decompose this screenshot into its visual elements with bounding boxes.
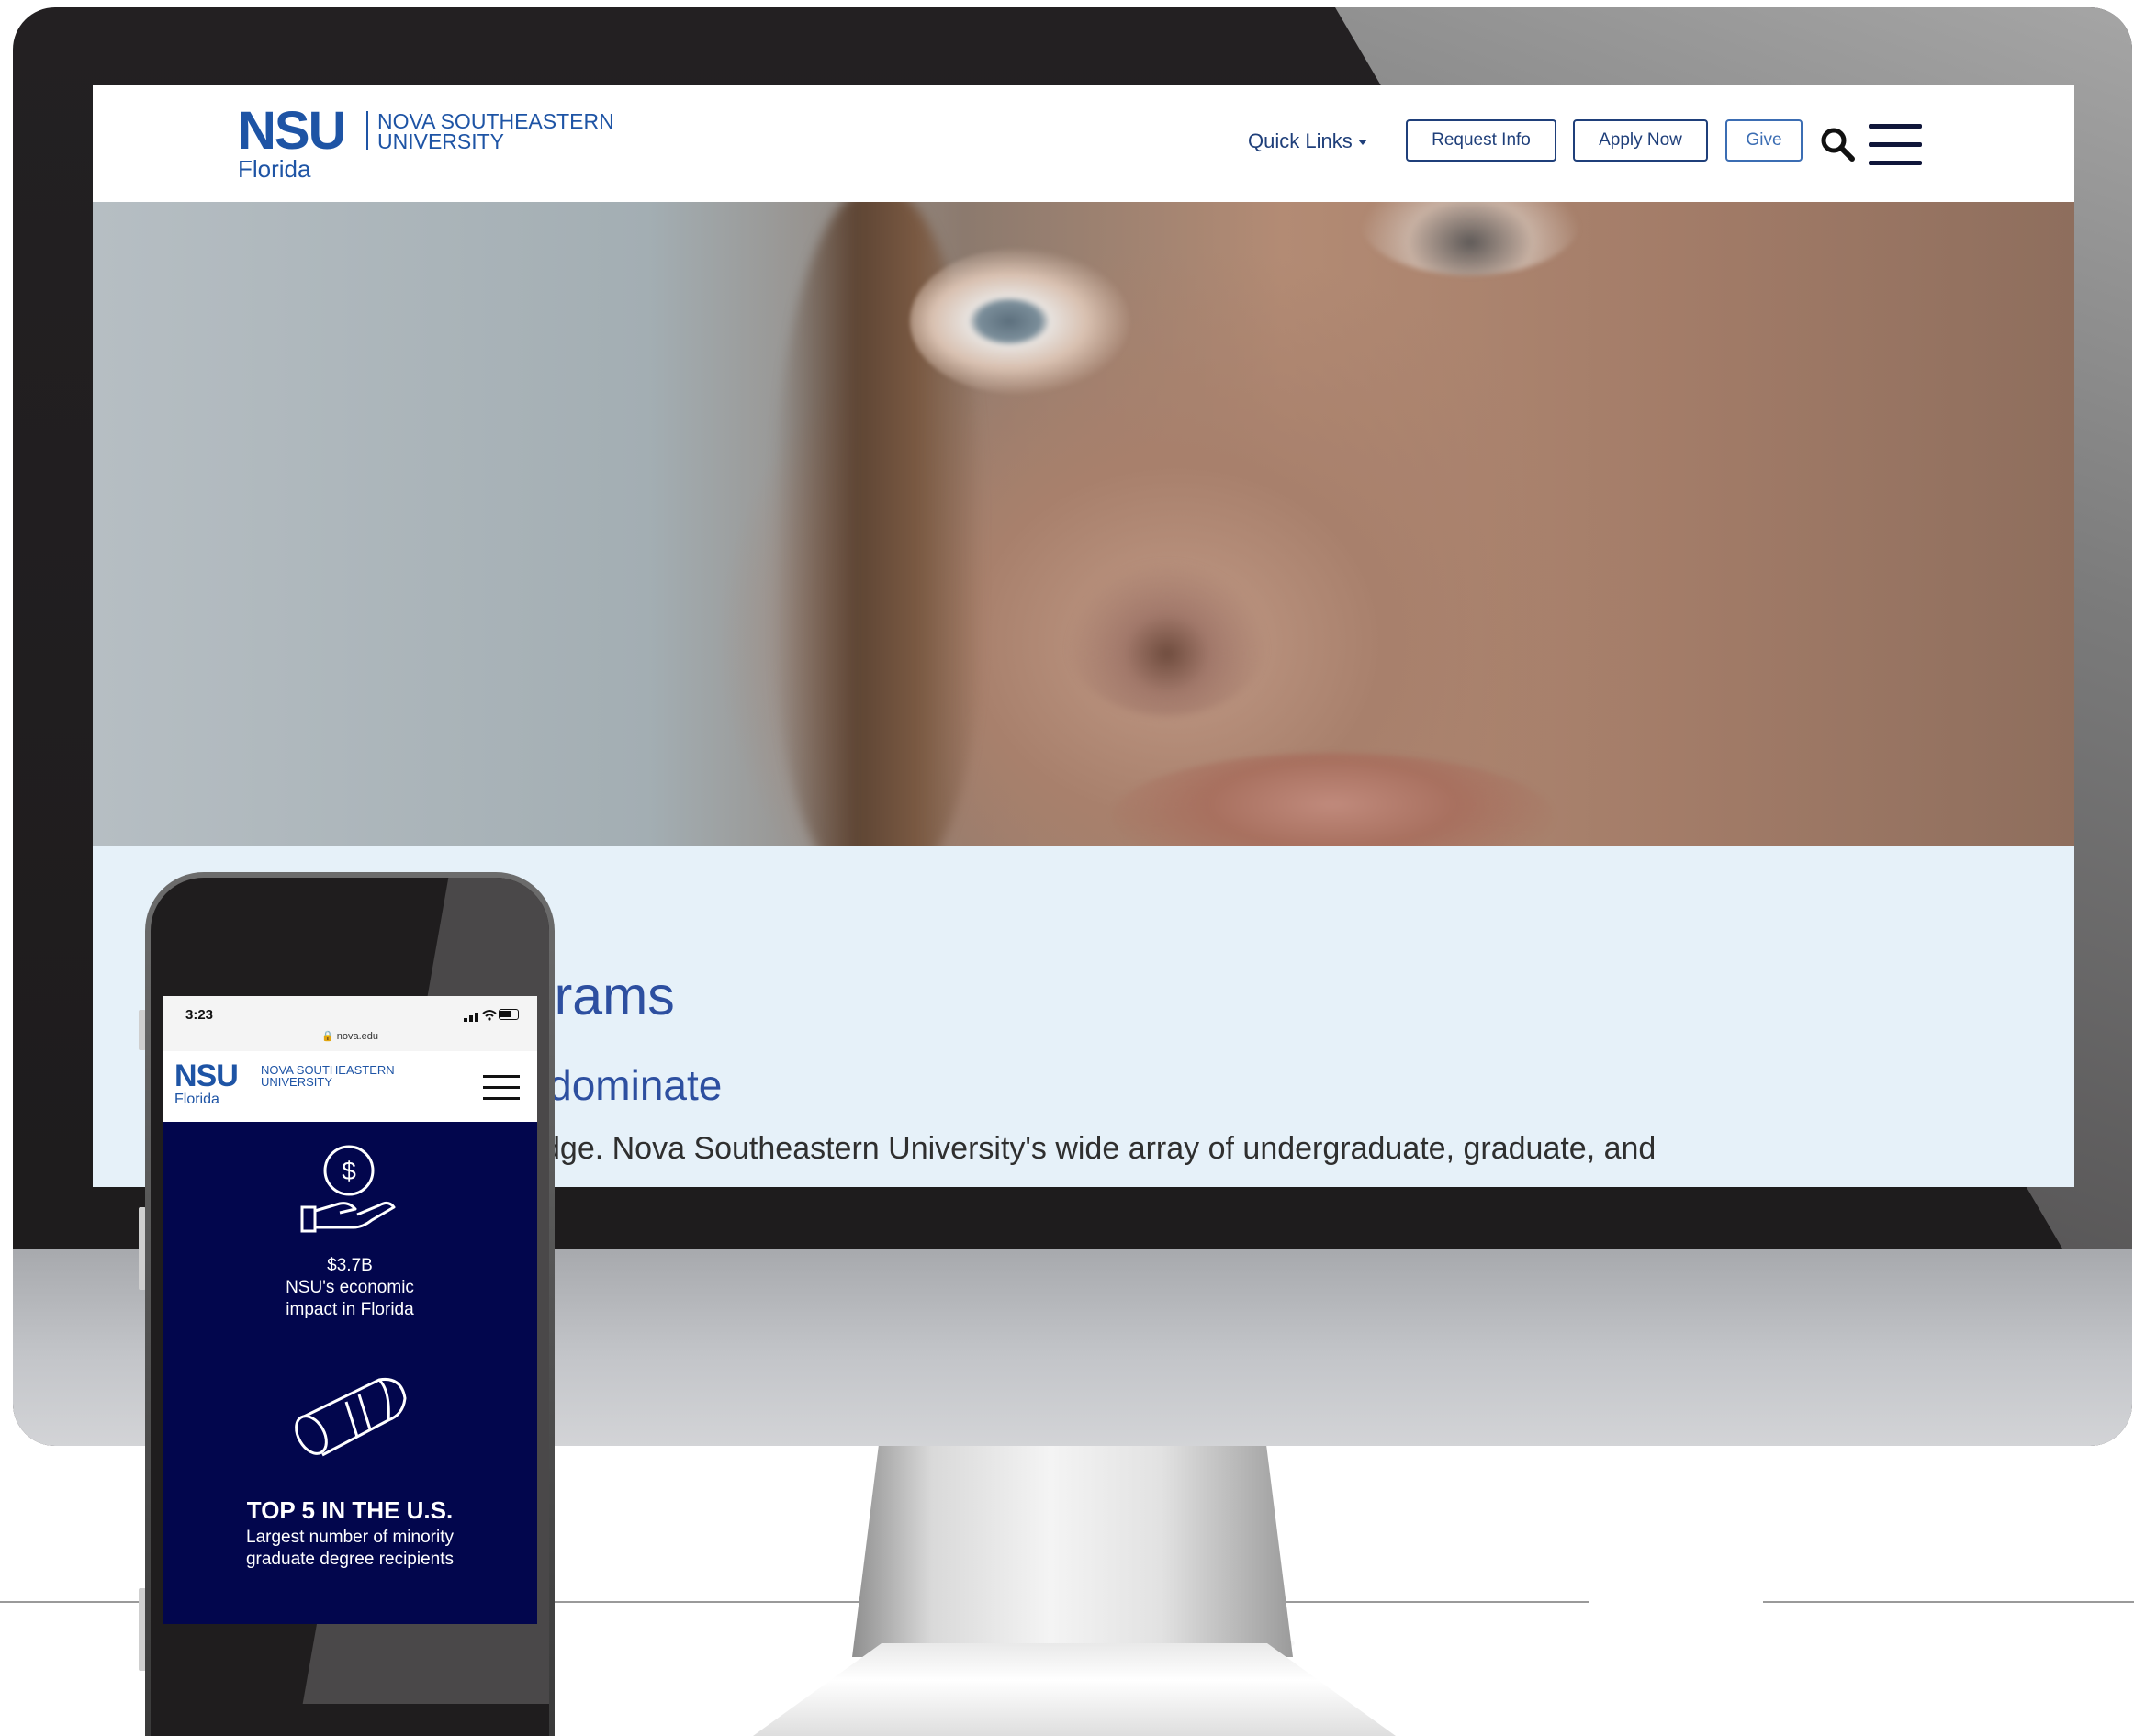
diploma-icon [295,1377,407,1457]
stat-title: TOP 5 IN THE U.S. [246,1496,454,1524]
status-icons [464,1009,519,1022]
mobile-screen: 3:23 🔒 nova.edu NSU NOVA SOUTHEASTERN UN… [163,996,537,1624]
wifi-icon [482,1010,497,1021]
nsu-logo[interactable]: NSU NOVA SOUTHEASTERN UNIVERSITY Florida [238,102,623,185]
mobile-logo-name-line2: UNIVERSITY [261,1075,333,1089]
caret-down-icon [1357,140,1367,146]
stat-line2: impact in Florida [286,1300,414,1319]
mobile-logo-location: Florida [174,1092,219,1107]
battery-icon [499,1009,519,1020]
mobile-site-header: NSU NOVA SOUTHEASTERN UNIVERSITY Florida [163,1051,537,1122]
logo-location: Florida [238,155,311,183]
logo-divider [366,111,368,150]
apply-now-button[interactable]: Apply Now [1573,119,1708,162]
stat-value: $3.7B [327,1256,373,1275]
request-info-button[interactable]: Request Info [1406,119,1556,162]
dollar-hand-icon: $ [300,1145,396,1233]
stat-line2: graduate degree recipients [245,1550,455,1569]
hamburger-menu-icon[interactable] [1869,122,1922,168]
programs-body-text: dge. Nova Southeastern University's wide… [543,1131,1657,1166]
quick-links-dropdown[interactable]: Quick Links [1248,129,1367,153]
signal-icon [475,1013,478,1022]
hero-image [93,202,2074,846]
signal-icon [464,1018,467,1022]
monitor-stand-base [753,1643,1396,1736]
url-text: nova.edu [336,1031,379,1042]
signal-icon [469,1015,473,1022]
quick-links-label: Quick Links [1248,129,1353,152]
stat-line1: NSU's economic [286,1278,414,1297]
monitor-stand [852,1446,1293,1657]
logo-abbr: NSU [238,101,346,161]
status-time: 3:23 [185,1007,214,1023]
url-bar[interactable]: 🔒 nova.edu [163,1030,537,1042]
give-button[interactable]: Give [1725,119,1803,162]
status-bar: 3:23 🔒 nova.edu [163,996,537,1051]
site-header: NSU NOVA SOUTHEASTERN UNIVERSITY Florida… [93,85,2074,202]
mobile-logo-abbr[interactable]: NSU [174,1058,239,1093]
floor-line [1763,1601,2134,1603]
hero-lips [1112,753,1553,846]
hero-eye [1360,202,1580,275]
svg-text:$: $ [342,1157,356,1185]
hero-eye [910,248,1130,395]
mobile-hamburger-menu-icon[interactable] [483,1073,520,1103]
logo-name-line2: UNIVERSITY [377,129,505,153]
stat-line1: Largest number of minority [246,1528,454,1547]
hero-nose [1066,560,1268,716]
search-icon[interactable] [1819,126,1856,162]
